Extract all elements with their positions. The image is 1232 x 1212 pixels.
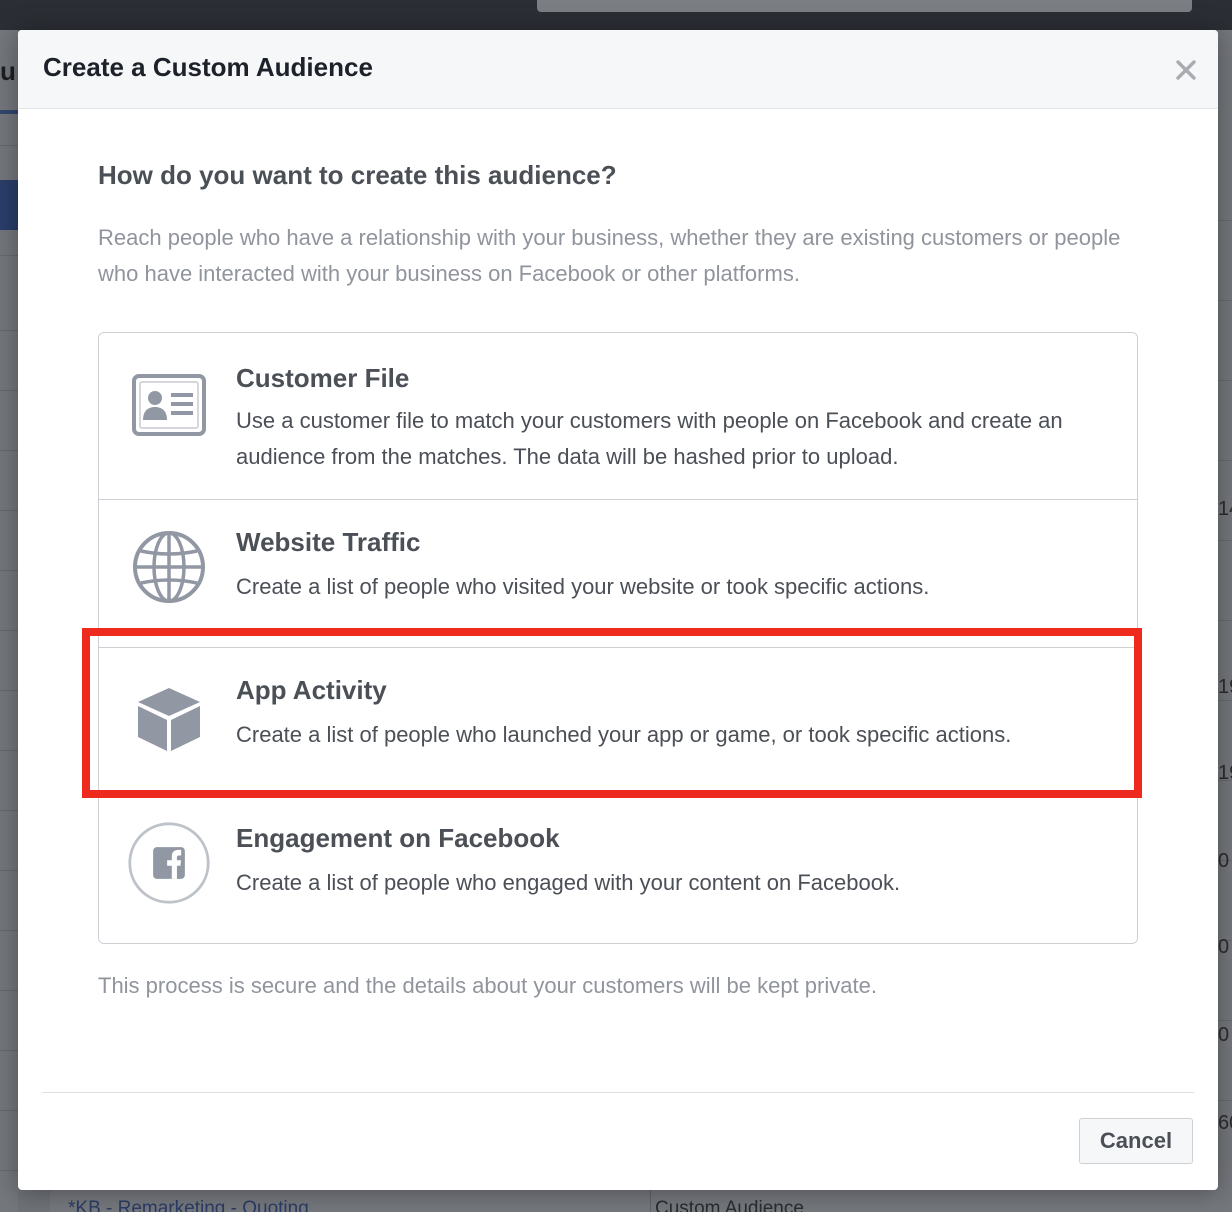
background-left-letter: u: [0, 56, 16, 86]
option-app-activity[interactable]: App Activity Create a list of people who…: [99, 647, 1137, 795]
option-title: Website Traffic: [236, 527, 421, 557]
dialog-header: Create a Custom Audience: [18, 30, 1218, 109]
background-right-number: 0: [1218, 1024, 1230, 1046]
dialog-intro-text: Reach people who have a relationship wit…: [98, 225, 1121, 286]
background-audience-link[interactable]: *KB - Remarketing - Quoting: [68, 1198, 309, 1212]
option-title: Customer File: [236, 363, 410, 393]
privacy-note: This process is secure and the details a…: [98, 973, 877, 998]
audience-source-options: Customer File Use a customer file to mat…: [98, 332, 1138, 944]
background-right-number: 0: [1218, 936, 1230, 958]
custom-audience-dialog: Create a Custom Audience How do you want…: [18, 30, 1218, 1190]
option-title: App Activity: [236, 675, 387, 705]
option-description: Create a list of people who launched you…: [236, 722, 1012, 747]
background-right-number: 19: [1218, 676, 1232, 698]
option-description: Use a customer file to match your custom…: [236, 408, 1063, 469]
background-table-divider: [650, 1190, 651, 1212]
globe-icon: [127, 525, 211, 609]
option-title: Engagement on Facebook: [236, 823, 560, 853]
background-search-box: [537, 0, 1192, 12]
option-description: Create a list of people who visited your…: [236, 574, 930, 599]
cancel-button[interactable]: Cancel: [1079, 1118, 1193, 1164]
dialog-question: How do you want to create this audience?: [98, 160, 617, 190]
background-right-number: 19: [1218, 762, 1232, 784]
background-right-number: 60: [1218, 1112, 1232, 1134]
footer-divider: [42, 1092, 1194, 1093]
option-website-traffic[interactable]: Website Traffic Create a list of people …: [99, 499, 1137, 647]
background-left-tab: [0, 180, 18, 230]
option-engagement-on-facebook[interactable]: Engagement on Facebook Create a list of …: [99, 795, 1137, 943]
background-right-number: 0: [1218, 850, 1230, 872]
background-audience-type: Custom Audience: [655, 1198, 804, 1212]
background-right-number: 14: [1218, 498, 1232, 520]
cube-icon: [127, 677, 211, 761]
option-customer-file[interactable]: Customer File Use a customer file to mat…: [99, 333, 1137, 499]
close-icon: [1175, 59, 1197, 81]
contact-card-icon: [127, 363, 211, 447]
dialog-title: Create a Custom Audience: [43, 52, 373, 82]
facebook-icon: [127, 821, 211, 905]
close-button[interactable]: [1166, 50, 1206, 90]
background-active-tab-line: [0, 110, 18, 114]
option-description: Create a list of people who engaged with…: [236, 870, 901, 895]
